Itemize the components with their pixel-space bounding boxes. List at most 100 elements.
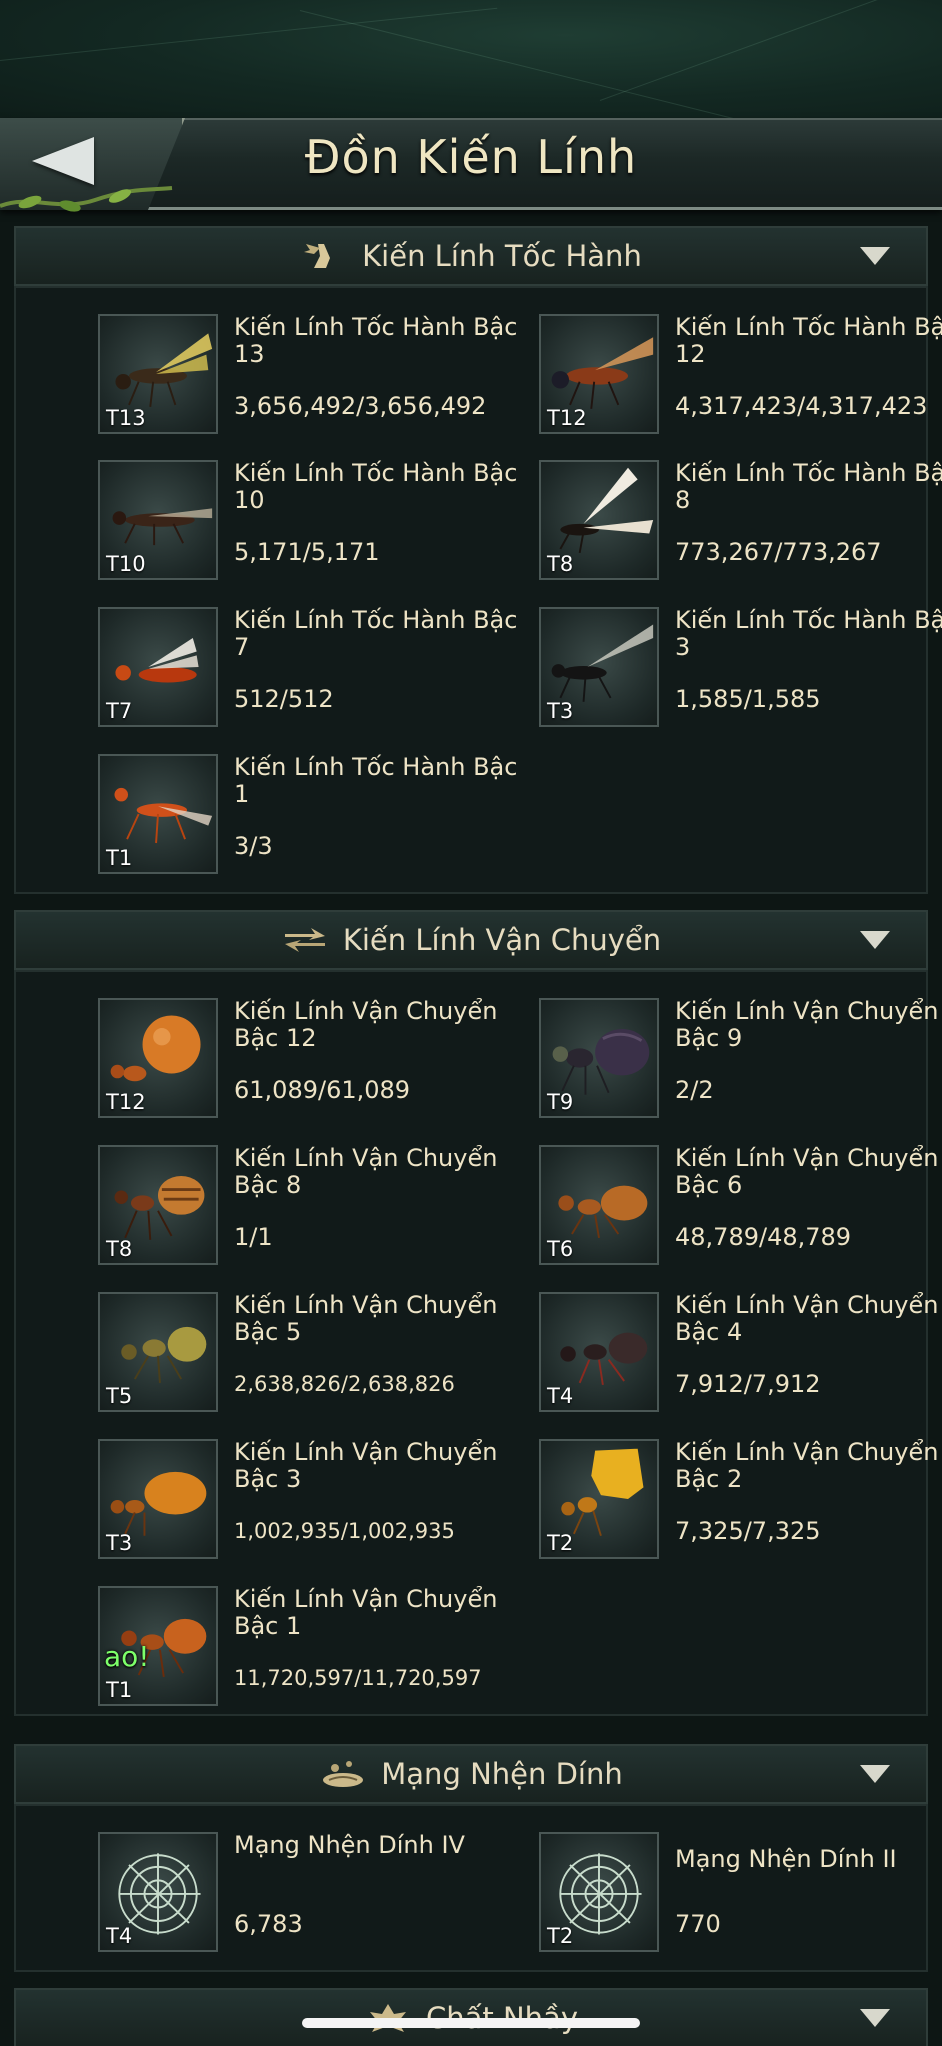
unit-image: T3 <box>98 1439 218 1559</box>
section-label: Mạng Nhện Dính <box>381 1757 623 1791</box>
unit-name: Kiến Lính Tốc Hành Bậc 1 <box>234 753 518 808</box>
section-label: Kiến Lính Tốc Hành <box>362 239 642 273</box>
unit-count: 2/2 <box>675 1076 714 1104</box>
unit-image: T8 <box>539 460 659 580</box>
unit-image: T2 <box>539 1439 659 1559</box>
collapse-triangle-icon[interactable] <box>860 1765 890 1783</box>
unit-count: 1,585/1,585 <box>675 685 821 713</box>
home-indicator[interactable] <box>302 2018 640 2028</box>
collapse-triangle-icon[interactable] <box>860 2009 890 2027</box>
collapse-triangle-icon[interactable] <box>860 931 890 949</box>
unit-image: T9 <box>539 998 659 1118</box>
unit-card[interactable]: T4 Mạng Nhện Dính IV 6,783 <box>98 1832 518 1956</box>
unit-card[interactable]: T13 Kiến Lính Tốc Hành Bậc 13 3,656,492/… <box>98 314 518 438</box>
unit-count: 6,783 <box>234 1910 303 1938</box>
unit-count: 61,089/61,089 <box>234 1076 411 1104</box>
tier-badge: T3 <box>106 1531 133 1555</box>
unit-name: Kiến Lính Tốc Hành Bậc 7 <box>234 606 518 661</box>
tier-badge: T2 <box>547 1924 574 1948</box>
section-header-chat-nhay[interactable]: Chất Nhầy <box>14 1988 928 2046</box>
unit-image: T10 <box>98 460 218 580</box>
unit-card[interactable]: T12 Kiến Lính Tốc Hành Bậc 12 4,317,423/… <box>539 314 942 438</box>
unit-count: 5,171/5,171 <box>234 538 380 566</box>
tier-badge: T12 <box>106 1090 146 1114</box>
unit-count: 11,720,597/11,720,597 <box>234 1666 482 1690</box>
unit-image: T2 <box>539 1832 659 1952</box>
unit-image: T1 <box>98 754 218 874</box>
tier-badge: T4 <box>547 1384 574 1408</box>
unit-count: 1/1 <box>234 1223 273 1251</box>
unit-name: Kiến Lính Vận Chuyển Bậc 1 <box>234 1585 498 1640</box>
unit-name: Kiến Lính Vận Chuyển Bậc 9 <box>675 997 939 1052</box>
unit-image: T4 <box>98 1832 218 1952</box>
collapse-triangle-icon[interactable] <box>860 247 890 265</box>
unit-card[interactable]: T2 Mạng Nhện Dính II 770 <box>539 1832 942 1956</box>
unit-image: T3 <box>539 607 659 727</box>
unit-name: Kiến Lính Vận Chuyển Bậc 3 <box>234 1438 498 1493</box>
unit-card[interactable]: T8 Kiến Lính Vận Chuyển Bậc 8 1/1 <box>98 1145 518 1269</box>
unit-image: T12 <box>539 314 659 434</box>
unit-card[interactable]: T6 Kiến Lính Vận Chuyển Bậc 6 48,789/48,… <box>539 1145 942 1269</box>
unit-count: 3/3 <box>234 832 273 860</box>
unit-count: 770 <box>675 1910 721 1938</box>
tier-badge: T1 <box>106 1678 133 1702</box>
unit-name: Kiến Lính Vận Chuyển Bậc 6 <box>675 1144 939 1199</box>
tier-badge: T12 <box>547 406 587 430</box>
unit-card[interactable]: T2 Kiến Lính Vận Chuyển Bậc 2 7,325/7,32… <box>539 1439 942 1563</box>
unit-card[interactable]: T8 Kiến Lính Tốc Hành Bậc 8 773,267/773,… <box>539 460 942 584</box>
unit-name: Kiến Lính Vận Chuyển Bậc 2 <box>675 1438 939 1493</box>
unit-name: Mạng Nhện Dính IV <box>234 1831 465 1859</box>
unit-card[interactable]: T3 Kiến Lính Vận Chuyển Bậc 3 1,002,935/… <box>98 1439 518 1563</box>
section-header-van-chuyen[interactable]: Kiến Lính Vận Chuyển <box>14 910 928 970</box>
unit-count: 4,317,423/4,317,423 <box>675 392 928 420</box>
unit-image: T4 <box>539 1292 659 1412</box>
tier-badge: T2 <box>547 1531 574 1555</box>
unit-name: Kiến Lính Vận Chuyển Bậc 8 <box>234 1144 498 1199</box>
unit-name: Kiến Lính Vận Chuyển Bậc 4 <box>675 1291 939 1346</box>
unit-card[interactable]: T7 Kiến Lính Tốc Hành Bậc 7 512/512 <box>98 607 518 731</box>
tier-badge: T7 <box>106 699 133 723</box>
unit-name: Kiến Lính Tốc Hành Bậc 12 <box>675 313 942 368</box>
unit-card[interactable]: T3 Kiến Lính Tốc Hành Bậc 3 1,585/1,585 <box>539 607 942 731</box>
unit-card[interactable]: T5 Kiến Lính Vận Chuyển Bậc 5 2,638,826/… <box>98 1292 518 1416</box>
tier-badge: T13 <box>106 406 146 430</box>
unit-count: 7,325/7,325 <box>675 1517 821 1545</box>
unit-count: 773,267/773,267 <box>675 538 882 566</box>
unit-name: Kiến Lính Tốc Hành Bậc 13 <box>234 313 518 368</box>
unit-image: T7 <box>98 607 218 727</box>
tier-badge: T10 <box>106 552 146 576</box>
tier-badge: T8 <box>547 552 574 576</box>
ao-overlay-text: ao! <box>104 1640 150 1673</box>
unit-image: T12 <box>98 998 218 1118</box>
unit-count: 48,789/48,789 <box>675 1223 852 1251</box>
unit-image: T8 <box>98 1145 218 1265</box>
section-label: Kiến Lính Vận Chuyển <box>342 923 662 957</box>
unit-card[interactable]: ao! T1 Kiến Lính Vận Chuyển Bậc 1 11,720… <box>98 1586 518 1710</box>
unit-count: 2,638,826/2,638,826 <box>234 1372 455 1396</box>
unit-image: T6 <box>539 1145 659 1265</box>
section-header-toc-hanh[interactable]: Kiến Lính Tốc Hành <box>14 226 928 286</box>
unit-name: Kiến Lính Vận Chuyển Bậc 5 <box>234 1291 498 1346</box>
unit-card[interactable]: T4 Kiến Lính Vận Chuyển Bậc 4 7,912/7,91… <box>539 1292 942 1416</box>
unit-name: Kiến Lính Tốc Hành Bậc 3 <box>675 606 942 661</box>
tier-badge: T5 <box>106 1384 133 1408</box>
tier-badge: T8 <box>106 1237 133 1261</box>
section-header-mang-nhen[interactable]: Mạng Nhện Dính <box>14 1744 928 1804</box>
unit-card[interactable]: T12 Kiến Lính Vận Chuyển Bậc 12 61,089/6… <box>98 998 518 1122</box>
unit-count: 7,912/7,912 <box>675 1370 821 1398</box>
unit-name: Kiến Lính Vận Chuyển Bậc 12 <box>234 997 498 1052</box>
sticky-web-icon <box>323 1761 364 1787</box>
unit-image: ao! T1 <box>98 1586 218 1706</box>
tier-badge: T9 <box>547 1090 574 1114</box>
tier-badge: T6 <box>547 1237 574 1261</box>
unit-card[interactable]: T9 Kiến Lính Vận Chuyển Bậc 9 2/2 <box>539 998 942 1122</box>
page-title: Đồn Kiến Lính <box>304 130 638 184</box>
unit-card[interactable]: T1 Kiến Lính Tốc Hành Bậc 1 3/3 <box>98 754 518 878</box>
unit-name: Kiến Lính Tốc Hành Bậc 8 <box>675 459 942 514</box>
tier-badge: T3 <box>547 699 574 723</box>
tier-badge: T1 <box>106 846 133 870</box>
unit-image: T5 <box>98 1292 218 1412</box>
unit-card[interactable]: T10 Kiến Lính Tốc Hành Bậc 10 5,171/5,17… <box>98 460 518 584</box>
unit-image: T13 <box>98 314 218 434</box>
unit-name: Kiến Lính Tốc Hành Bậc 10 <box>234 459 518 514</box>
